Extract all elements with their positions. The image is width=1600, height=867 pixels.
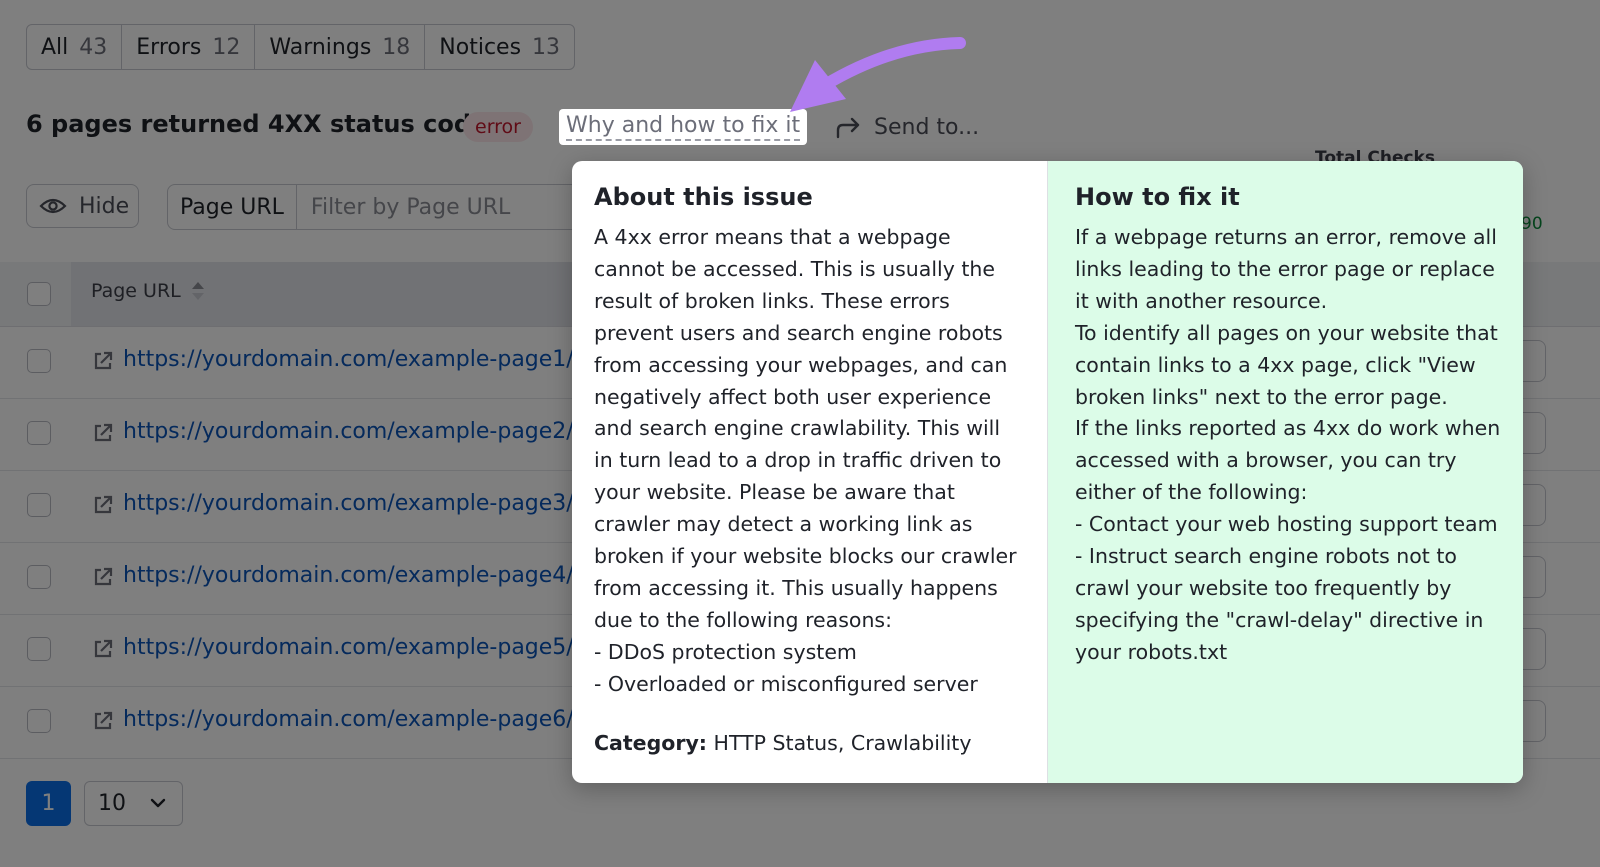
about-issue-title: About this issue — [594, 183, 813, 211]
why-fix-label: Why and how to fix it — [566, 113, 801, 141]
category-value: HTTP Status, Crawlability — [713, 731, 972, 755]
how-to-fix-title: How to fix it — [1075, 183, 1240, 211]
issue-info-popup: About this issue A 4xx error means that … — [572, 161, 1523, 783]
category-label: Category: — [594, 731, 708, 755]
callout-arrow-icon — [790, 37, 966, 112]
issue-category: Category: HTTP Status, Crawlability — [594, 731, 971, 755]
about-issue-text: A 4xx error means that a webpage cannot … — [594, 225, 1017, 696]
how-to-fix-panel: How to fix it If a webpage returns an er… — [1048, 161, 1523, 783]
about-issue-panel: About this issue A 4xx error means that … — [572, 161, 1048, 783]
why-and-how-to-fix-link[interactable]: Why and how to fix it — [559, 109, 808, 145]
how-to-fix-text: If a webpage returns an error, remove al… — [1075, 225, 1501, 664]
